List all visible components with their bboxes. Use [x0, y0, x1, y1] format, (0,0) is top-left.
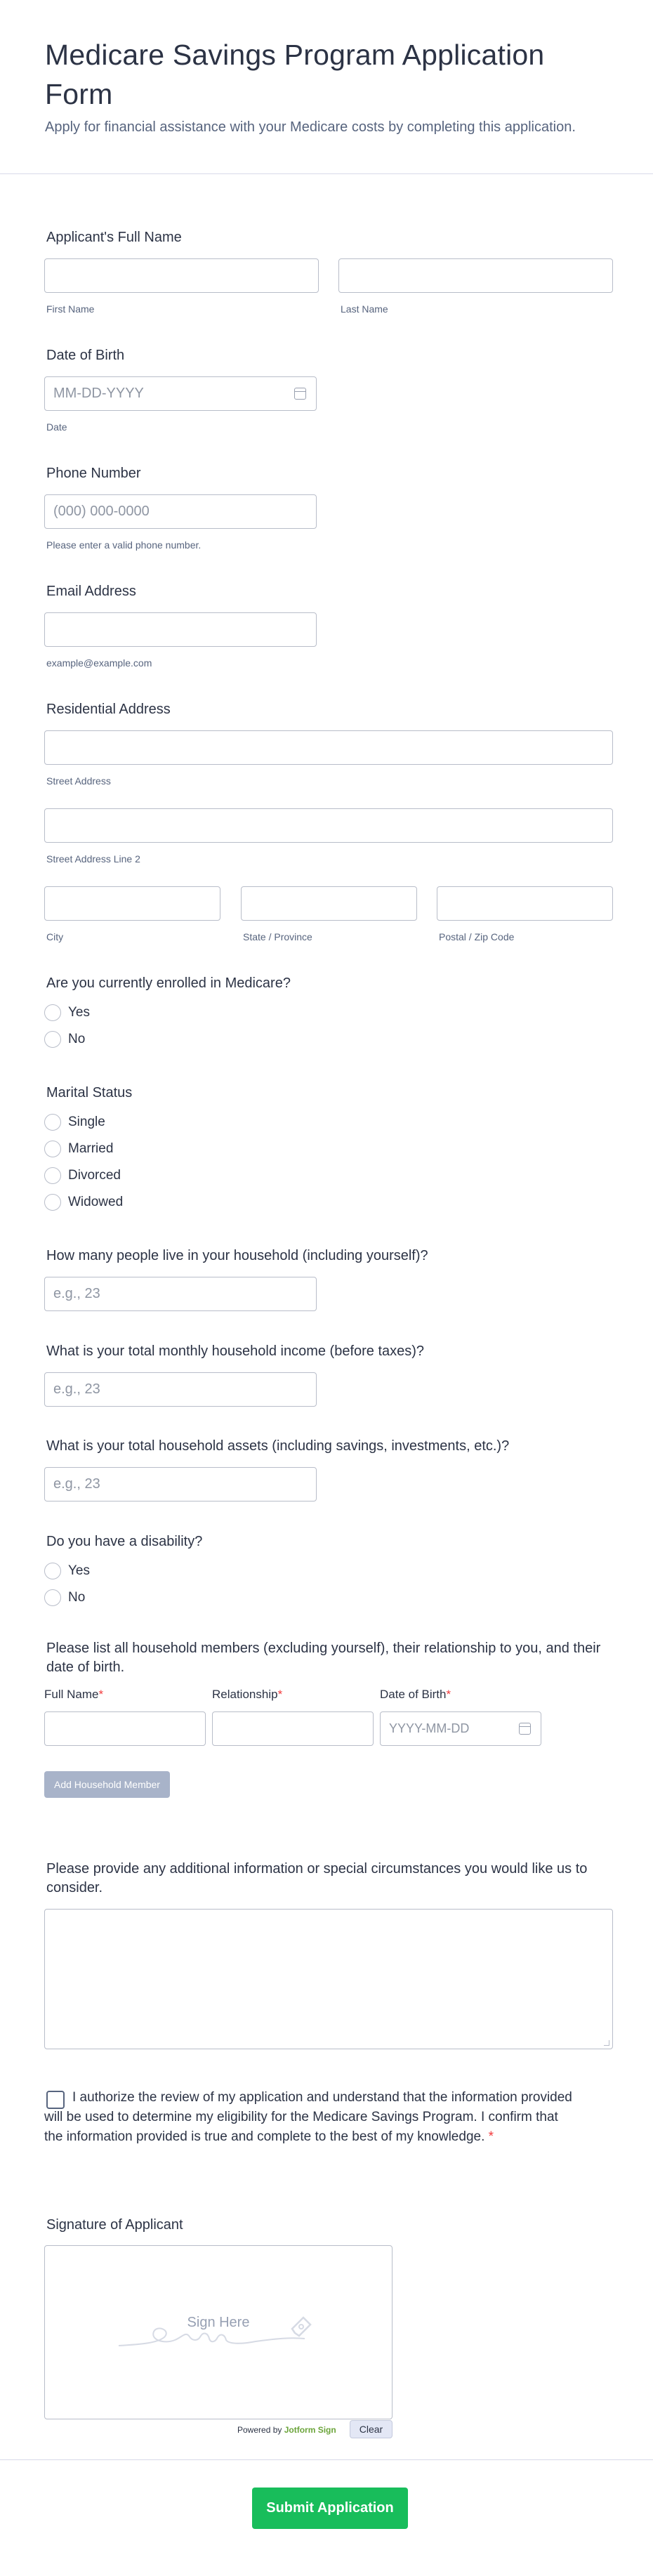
medicare-option-yes[interactable]: Yes	[44, 1004, 90, 1021]
household-size-placeholder: e.g., 23	[53, 1286, 100, 1301]
signature-pad[interactable]: Sign Here	[44, 2245, 393, 2419]
assets-input[interactable]: e.g., 23	[44, 1467, 317, 1501]
household-members-label: Please list all household members (exclu…	[46, 1641, 601, 1675]
dob-label: Date of Birth	[46, 348, 125, 363]
marital-option-married[interactable]: Married	[44, 1141, 113, 1157]
col-label: Relationship	[212, 1688, 278, 1701]
additional-info-label: Please provide any additional informatio…	[46, 1861, 588, 1895]
phone-input[interactable]: (000) 000-0000	[44, 494, 317, 529]
marital-option-widowed[interactable]: Widowed	[44, 1194, 123, 1211]
street-address-2-input[interactable]	[44, 808, 613, 843]
marital-option-single[interactable]: Single	[44, 1114, 105, 1131]
signature-label: Signature of Applicant	[46, 2217, 183, 2233]
consent-text: I authorize the review of my application…	[44, 2088, 578, 2147]
radio-label: No	[68, 1590, 86, 1605]
powered-prefix: Powered by	[237, 2425, 282, 2435]
additional-info-textarea[interactable]	[44, 1909, 613, 2049]
radio-button[interactable]	[44, 1114, 61, 1131]
street-address-2-sublabel: Street Address Line 2	[46, 853, 140, 865]
footer-divider	[0, 2459, 653, 2460]
calendar-icon[interactable]	[519, 1723, 531, 1735]
calendar-icon[interactable]	[294, 388, 306, 400]
radio-label: No	[68, 1032, 86, 1046]
member-dob-input[interactable]: YYYY-MM-DD	[380, 1711, 541, 1746]
income-placeholder: e.g., 23	[53, 1381, 100, 1397]
address-label: Residential Address	[46, 702, 171, 717]
radio-button[interactable]	[44, 1004, 61, 1021]
members-col-dob: Date of Birth*	[380, 1688, 451, 1702]
marital-label: Marital Status	[46, 1085, 133, 1100]
radio-label: Single	[68, 1115, 105, 1129]
disability-option-no[interactable]: No	[44, 1589, 85, 1606]
phone-label: Phone Number	[46, 466, 141, 481]
income-label: What is your total monthly household inc…	[46, 1343, 425, 1359]
disability-option-yes[interactable]: Yes	[44, 1563, 90, 1579]
radio-button[interactable]	[44, 1589, 61, 1606]
email-sublabel: example@example.com	[46, 657, 152, 669]
disability-label: Do you have a disability?	[46, 1534, 203, 1549]
required-mark: *	[446, 1688, 451, 1701]
city-input[interactable]	[44, 886, 220, 921]
dob-sublabel: Date	[46, 421, 67, 433]
signature-scribble-icon	[118, 2316, 312, 2346]
radio-label: Married	[68, 1141, 114, 1156]
first-name-sublabel: First Name	[46, 303, 95, 315]
radio-button[interactable]	[44, 1141, 61, 1157]
member-name-input[interactable]	[44, 1711, 206, 1746]
jotform-sign-brand: Jotform Sign	[284, 2425, 336, 2435]
radio-label: Divorced	[68, 1168, 121, 1183]
required-mark: *	[277, 1688, 283, 1701]
street-address-sublabel: Street Address	[46, 775, 111, 787]
phone-sublabel: Please enter a valid phone number.	[46, 539, 202, 551]
resize-handle-icon[interactable]	[604, 2040, 609, 2046]
required-mark: *	[98, 1688, 104, 1701]
radio-label: Yes	[68, 1005, 90, 1020]
zip-sublabel: Postal / Zip Code	[439, 931, 515, 942]
radio-button[interactable]	[44, 1194, 61, 1211]
col-label: Full Name	[44, 1688, 99, 1701]
assets-label: What is your total household assets (inc…	[46, 1438, 510, 1454]
add-household-member-button[interactable]: Add Household Member	[44, 1771, 170, 1798]
radio-button[interactable]	[44, 1563, 61, 1579]
clear-signature-button[interactable]: Clear	[350, 2420, 393, 2438]
last-name-input[interactable]	[338, 258, 613, 293]
form-header: Medicare Savings Program Application For…	[0, 0, 653, 174]
email-input[interactable]	[44, 612, 317, 647]
full-name-label: Applicant's Full Name	[46, 230, 182, 245]
assets-placeholder: e.g., 23	[53, 1476, 100, 1492]
email-label: Email Address	[46, 584, 136, 599]
city-sublabel: City	[46, 931, 64, 942]
members-col-name: Full Name*	[44, 1688, 103, 1702]
dob-input[interactable]: MM-DD-YYYY	[44, 376, 317, 411]
marital-option-divorced[interactable]: Divorced	[44, 1167, 121, 1184]
required-mark: *	[488, 2129, 494, 2144]
last-name-sublabel: Last Name	[341, 303, 388, 315]
member-dob-placeholder: YYYY-MM-DD	[389, 1721, 470, 1735]
radio-button[interactable]	[44, 1031, 61, 1048]
member-relationship-input[interactable]	[212, 1711, 374, 1746]
household-size-label: How many people live in your household (…	[46, 1248, 428, 1263]
state-input[interactable]	[241, 886, 417, 921]
street-address-input[interactable]	[44, 730, 613, 765]
radio-label: Yes	[68, 1563, 90, 1578]
medicare-option-no[interactable]: No	[44, 1031, 85, 1048]
household-size-input[interactable]: e.g., 23	[44, 1277, 317, 1311]
dob-placeholder: MM-DD-YYYY	[53, 386, 144, 401]
submit-button[interactable]: Submit Application	[252, 2488, 408, 2529]
form-subtitle: Apply for financial assistance with your…	[45, 119, 576, 135]
phone-placeholder: (000) 000-0000	[53, 504, 150, 519]
income-input[interactable]: e.g., 23	[44, 1372, 317, 1407]
state-sublabel: State / Province	[243, 931, 312, 942]
form-title: Medicare Savings Program Application For…	[45, 39, 545, 110]
col-label: Date of Birth	[380, 1688, 447, 1701]
first-name-input[interactable]	[44, 258, 319, 293]
medicare-label: Are you currently enrolled in Medicare?	[46, 975, 291, 991]
zip-input[interactable]	[437, 886, 613, 921]
radio-button[interactable]	[44, 1167, 61, 1184]
radio-label: Widowed	[68, 1195, 124, 1209]
members-col-relationship: Relationship*	[212, 1688, 282, 1702]
powered-by: Powered by Jotform Sign	[237, 2425, 336, 2435]
